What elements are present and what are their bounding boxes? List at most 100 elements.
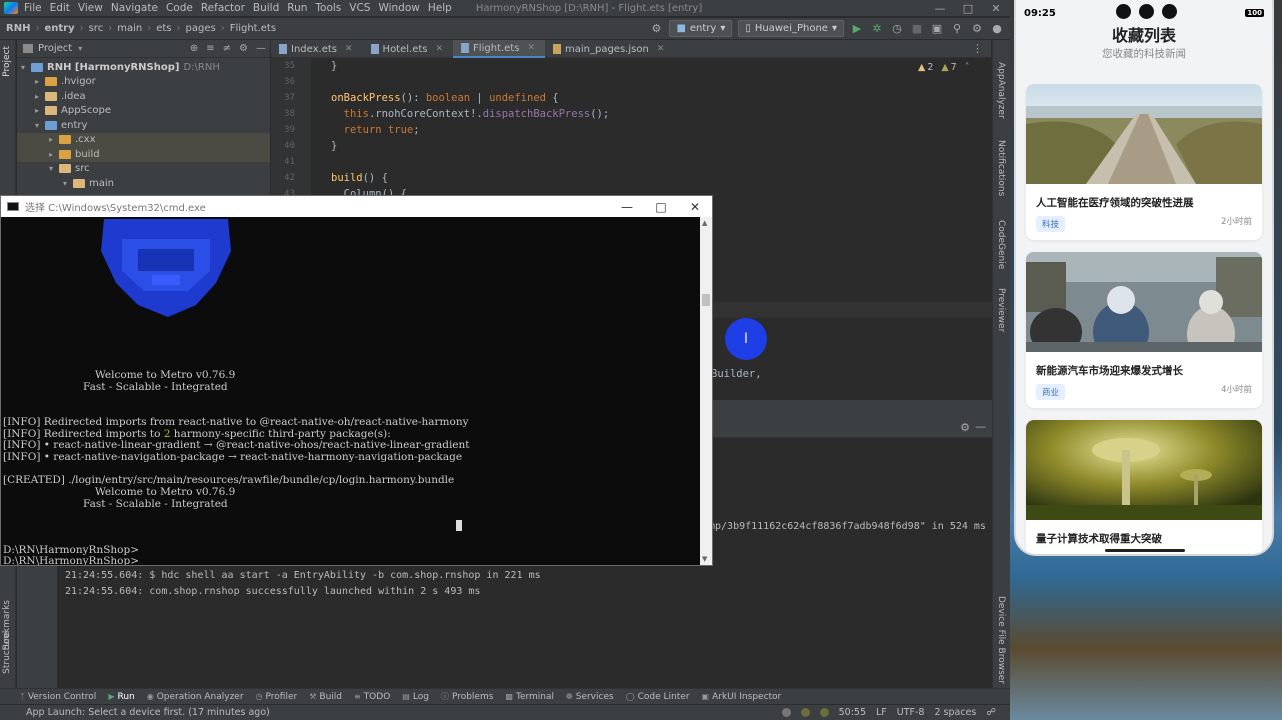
menu-vcs[interactable]: VCS	[349, 2, 370, 14]
breadcrumb-main[interactable]: main	[117, 23, 142, 34]
tree-item-build[interactable]: ▸ build	[17, 147, 270, 162]
hide-panel-icon[interactable]: —	[256, 43, 266, 54]
tab-main-pages[interactable]: main_pages.json ✕	[545, 40, 674, 58]
close-icon[interactable]: ✕	[982, 2, 1010, 15]
line-separator[interactable]: LF	[876, 707, 887, 718]
breadcrumb-ets[interactable]: ets	[156, 23, 171, 34]
device-select[interactable]: ▯ Huawei_Phone ▾	[738, 20, 844, 37]
device-file-browser-tool-tab[interactable]: Device File Browser	[996, 596, 1006, 684]
close-tab-icon[interactable]: ✕	[345, 44, 353, 54]
tree-item-root[interactable]: ▾ RNH [HarmonyRNShop] D:\RNH	[17, 60, 270, 75]
tree-item-appscope[interactable]: ▸ AppScope	[17, 104, 270, 119]
tool-operation-analyzer[interactable]: ◉ Operation Analyzer	[147, 692, 244, 702]
maximize-icon[interactable]: □	[644, 200, 678, 214]
tool-arkui-inspector[interactable]: ▣ ArkUI Inspector	[702, 692, 782, 702]
file-encoding[interactable]: UTF-8	[897, 707, 925, 718]
menu-file[interactable]: File	[24, 2, 42, 14]
settings-icon[interactable]: ⚙	[970, 22, 984, 36]
cmd-window[interactable]: 选择 C:\Windows\System32\cmd.exe — □ ✕ Wel…	[0, 195, 713, 566]
codegenie-tool-tab[interactable]: CodeGenie	[996, 220, 1006, 269]
run-icon[interactable]: ▶	[850, 22, 864, 36]
scroll-up-icon[interactable]: ▲	[702, 219, 707, 227]
tab-hotel[interactable]: Hotel.ets ✕	[363, 40, 454, 58]
close-tab-icon[interactable]: ✕	[527, 43, 535, 53]
news-card[interactable]: 新能源汽车市场迎来爆发式增长 商业 4小时前	[1026, 252, 1262, 408]
close-tab-icon[interactable]: ✕	[436, 44, 444, 54]
tool-log[interactable]: ▤ Log	[402, 692, 429, 702]
menu-code[interactable]: Code	[166, 2, 193, 14]
settings-icon[interactable]: ⚙	[960, 421, 970, 434]
scrollbar-thumb[interactable]	[702, 294, 710, 306]
tree-item-src[interactable]: ▾ src	[17, 162, 270, 177]
status-message[interactable]: App Launch: Select a device first. (17 m…	[26, 707, 270, 718]
collapse-icon[interactable]: ≡	[206, 43, 214, 54]
scroll-down-icon[interactable]: ▼	[702, 555, 707, 563]
tree-item-main[interactable]: ▾ main	[17, 176, 270, 191]
panel-settings-icon[interactable]: ⚙	[239, 43, 248, 54]
menu-navigate[interactable]: Navigate	[111, 2, 158, 14]
breadcrumb-rnh[interactable]: RNH	[6, 23, 30, 34]
menu-view[interactable]: View	[78, 2, 103, 14]
tab-flight[interactable]: Flight.ets ✕	[453, 40, 545, 58]
debug-icon[interactable]: ✲	[870, 22, 884, 36]
hide-panel-icon[interactable]: —	[975, 420, 986, 433]
tab-list-icon[interactable]: ⋮	[972, 40, 983, 57]
tree-item-cxx[interactable]: ▸ .cxx	[17, 132, 270, 147]
breadcrumb-src[interactable]: src	[89, 23, 104, 34]
device-manager-icon[interactable]: ▣	[930, 22, 944, 36]
project-view-select[interactable]: Project	[38, 43, 72, 54]
tab-index[interactable]: Index.ets ✕	[271, 40, 363, 58]
code-editor[interactable]: } onBackPress(): boolean | undefined { t…	[311, 58, 991, 203]
phone-emulator[interactable]: 09:25 100 收藏列表 您收藏的科技新闻 人工智能在医疗领域的突破性进展 …	[1014, 0, 1274, 556]
chevron-down-icon[interactable]: ▾	[78, 44, 82, 53]
lock-icon[interactable]: ☍	[986, 707, 996, 718]
tool-profiler[interactable]: ◷ Profiler	[256, 692, 298, 702]
tool-version-control[interactable]: ᛉ Version Control	[20, 692, 96, 702]
structure-tool-tab[interactable]: Structure	[2, 632, 12, 674]
close-icon[interactable]: ✕	[678, 200, 712, 214]
indent-setting[interactable]: 2 spaces	[934, 707, 976, 718]
locate-icon[interactable]: ⊕	[190, 43, 198, 54]
hint-icon[interactable]: ●	[990, 22, 1004, 36]
tree-item-hvigor[interactable]: ▸ .hvigor	[17, 75, 270, 90]
build-target-icon[interactable]: ⚙	[649, 22, 663, 36]
menu-help[interactable]: Help	[428, 2, 452, 14]
stop-icon[interactable]: ■	[910, 22, 924, 36]
minimize-icon[interactable]: —	[610, 200, 644, 214]
chevron-up-icon[interactable]: ˄	[965, 62, 970, 73]
breadcrumb-entry[interactable]: entry	[44, 23, 74, 34]
tool-todo[interactable]: ≡ TODO	[354, 692, 390, 702]
cmd-title-bar[interactable]: 选择 C:\Windows\System32\cmd.exe — □ ✕	[1, 196, 712, 217]
notifications-tool-tab[interactable]: Notifications	[996, 140, 1006, 196]
news-card[interactable]: 人工智能在医疗领域的突破性进展 科技 2小时前	[1026, 84, 1262, 240]
tree-item-entry[interactable]: ▾ entry	[17, 118, 270, 133]
tool-terminal[interactable]: ▩ Terminal	[505, 692, 554, 702]
tool-run[interactable]: ▶ Run	[108, 692, 134, 702]
menu-tools[interactable]: Tools	[315, 2, 341, 14]
search-icon[interactable]: ⚲	[950, 22, 964, 36]
menu-refactor[interactable]: Refactor	[201, 2, 245, 14]
project-tool-tab[interactable]: Project	[2, 46, 12, 77]
cmd-console[interactable]: Welcome to Metro v0.76.9 Fast - Scalable…	[1, 217, 700, 565]
tool-build[interactable]: ⚒ Build	[309, 692, 342, 702]
module-select[interactable]: ■ entry ▾	[669, 20, 733, 37]
caret-position[interactable]: 50:55	[839, 707, 866, 718]
minimize-icon[interactable]: —	[926, 2, 954, 15]
restore-icon[interactable]: □	[954, 2, 982, 15]
breadcrumb-pages[interactable]: pages	[186, 23, 216, 34]
tool-problems[interactable]: ⓘ Problems	[441, 691, 493, 702]
breadcrumb-flight[interactable]: Flight.ets	[230, 23, 276, 34]
expand-icon[interactable]: ≠	[223, 43, 231, 54]
news-card[interactable]: 量子计算技术取得重大突破	[1026, 420, 1262, 554]
tree-item-idea[interactable]: ▸ .idea	[17, 89, 270, 104]
menu-edit[interactable]: Edit	[50, 2, 70, 14]
menu-window[interactable]: Window	[378, 2, 419, 14]
cmd-scrollbar[interactable]: ▲ ▼	[700, 217, 712, 565]
tool-services[interactable]: ❁ Services	[566, 692, 614, 702]
profile-icon[interactable]: ◷	[890, 22, 904, 36]
close-tab-icon[interactable]: ✕	[657, 44, 665, 54]
menu-build[interactable]: Build	[253, 2, 279, 14]
tool-code-linter[interactable]: ◯ Code Linter	[626, 692, 690, 702]
inspection-widget[interactable]: ▲ 2 ▲ 7 ˄	[918, 62, 969, 73]
menu-run[interactable]: Run	[287, 2, 307, 14]
